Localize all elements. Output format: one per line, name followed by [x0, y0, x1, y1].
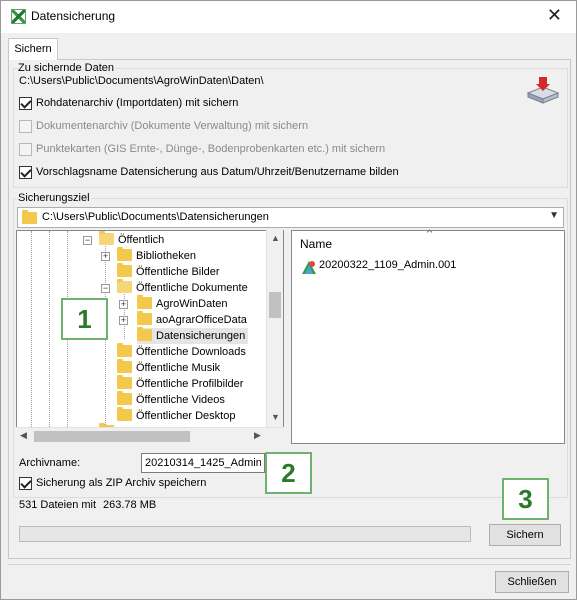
scroll-down-icon[interactable]: ▼ — [271, 412, 280, 422]
expand-icon[interactable]: + — [119, 316, 128, 325]
tree-item-datensicherungen[interactable]: Datensicherungen — [137, 327, 249, 344]
tree-horizontal-scrollbar[interactable]: ◀ ▶ — [16, 427, 284, 444]
checkbox-vorschlagsname[interactable] — [19, 166, 32, 179]
annotation-badge-3: 3 — [502, 478, 549, 520]
source-group-label: Zu sichernde Daten — [18, 62, 116, 74]
chevron-down-icon[interactable]: ▼ — [549, 210, 559, 221]
tree-vertical-scrollbar[interactable]: ▲ ▼ — [266, 230, 283, 427]
archive-name-input[interactable] — [141, 453, 265, 473]
tab-sichern[interactable]: Sichern — [8, 38, 58, 60]
file-item[interactable]: 20200322_1109_Admin.001 — [319, 259, 456, 271]
folder-icon — [22, 210, 37, 224]
checkbox-rohdatenarchiv[interactable] — [19, 97, 32, 110]
folder-icon — [137, 327, 152, 341]
tree-item-aoagrarofficedata[interactable]: aoAgrarOfficeData — [137, 311, 247, 328]
tree-item-bibliotheken[interactable]: Bibliotheken — [117, 247, 196, 264]
status-file-count: 531 Dateien mit — [19, 499, 97, 511]
folder-icon — [117, 359, 132, 373]
tree-item-oeffentlicher-desktop[interactable]: Öffentlicher Desktop — [117, 407, 235, 424]
scroll-thumb[interactable] — [34, 431, 190, 442]
checkbox-dokumentenarchiv — [19, 120, 32, 133]
expand-icon[interactable]: + — [119, 300, 128, 309]
target-path-combobox[interactable]: C:\Users\Public\Documents\Datensicherung… — [17, 207, 564, 228]
tree-item-agrowindaten[interactable]: AgroWinDaten — [137, 295, 228, 312]
collapse-icon[interactable]: − — [101, 284, 110, 293]
tree-item-oeffentliche-downloads[interactable]: Öffentliche Downloads — [117, 343, 246, 360]
scroll-right-icon[interactable]: ▶ — [254, 430, 261, 441]
folder-icon — [117, 407, 132, 421]
folder-icon — [99, 231, 114, 245]
tree-item-oeffentliche-profilbilder[interactable]: Öffentliche Profilbilder — [117, 375, 243, 392]
checkbox-punktekarten — [19, 143, 32, 156]
column-header-name[interactable]: Name — [300, 237, 332, 251]
tree-line — [31, 231, 32, 443]
scroll-up-icon[interactable]: ▲ — [271, 233, 280, 243]
label-zip: Sicherung als ZIP Archiv speichern — [36, 477, 207, 489]
tree-item-oeffentliche-dokumente[interactable]: Öffentliche Dokumente — [117, 279, 248, 296]
divider — [8, 564, 571, 565]
collapse-icon[interactable]: − — [83, 236, 92, 245]
backup-dialog: Datensicherung ✕ Sichern Zu sichernde Da… — [0, 0, 577, 600]
folder-icon — [117, 343, 132, 357]
tree-item-oeffentliche-videos[interactable]: Öffentliche Videos — [117, 391, 225, 408]
checkbox-zip[interactable] — [19, 477, 32, 490]
target-path-value: C:\Users\Public\Documents\Datensicherung… — [42, 211, 269, 223]
target-group-label: Sicherungsziel — [18, 192, 92, 204]
folder-icon — [117, 391, 132, 405]
label-punktekarten: Punktekarten (GIS Ernte-, Dünge-, Bodenp… — [36, 143, 386, 155]
annotation-badge-1: 1 — [61, 298, 108, 340]
window-title: Datensicherung — [31, 9, 116, 23]
folder-tree[interactable]: − Öffentlich + Bibliotheken Öffentliche … — [16, 230, 284, 444]
expand-icon[interactable]: + — [101, 252, 110, 261]
archive-file-icon — [302, 261, 316, 274]
app-icon — [11, 9, 26, 24]
folder-icon — [117, 263, 132, 277]
close-button[interactable]: Schließen — [495, 571, 569, 593]
tree-item-oeffentliche-bilder[interactable]: Öffentliche Bilder — [117, 263, 220, 280]
scroll-left-icon[interactable]: ◀ — [20, 430, 27, 441]
label-rohdatenarchiv: Rohdatenarchiv (Importdaten) mit sichern — [36, 97, 239, 109]
backup-drive-icon — [526, 77, 560, 104]
annotation-badge-2: 2 — [265, 452, 312, 494]
folder-icon — [137, 311, 152, 325]
scroll-thumb[interactable] — [269, 292, 281, 318]
status-size: 263.78 MB — [103, 499, 157, 511]
label-dokumentenarchiv: Dokumentenarchiv (Dokumente Verwaltung) … — [36, 120, 309, 132]
title-bar: Datensicherung ✕ — [1, 1, 576, 33]
close-icon[interactable]: ✕ — [547, 5, 562, 26]
backup-progress-bar — [19, 526, 471, 542]
folder-icon — [117, 247, 132, 261]
sort-arrow-icon: ⌃ — [424, 227, 435, 242]
tree-item-oeffentlich[interactable]: Öffentlich — [99, 231, 164, 248]
backup-button[interactable]: Sichern — [489, 524, 561, 546]
archive-name-label: Archivname: — [19, 457, 81, 469]
source-path: C:\Users\Public\Documents\AgroWinDaten\D… — [19, 75, 264, 87]
folder-icon — [117, 375, 132, 389]
tree-item-oeffentliche-musik[interactable]: Öffentliche Musik — [117, 359, 220, 376]
folder-icon — [137, 295, 152, 309]
folder-icon — [117, 279, 132, 293]
tree-line — [49, 231, 50, 443]
label-vorschlagsname: Vorschlagsname Datensicherung aus Datum/… — [36, 166, 399, 178]
